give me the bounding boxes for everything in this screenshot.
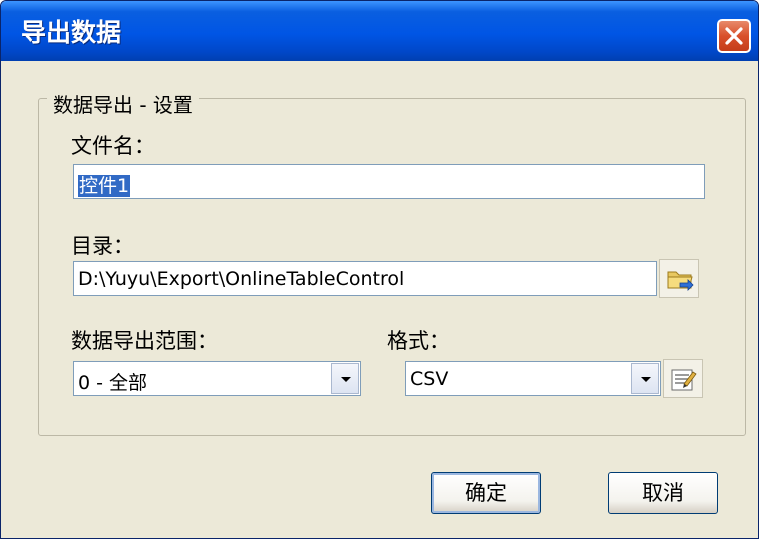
dialog-body: 数据导出 - 设置 文件名： 控件1 目录： D:\Yuyu\Export\On… — [5, 61, 753, 535]
browse-folder-button[interactable] — [659, 259, 699, 298]
export-range-label: 数据导出范围： — [71, 329, 218, 353]
format-settings-icon — [671, 369, 697, 391]
filename-label: 文件名： — [71, 134, 155, 158]
format-dropdown[interactable] — [631, 363, 659, 394]
export-data-dialog: 导出数据 数据导出 - 设置 文件名： 控件1 目录： D:\Yuyu\Expo… — [0, 0, 759, 539]
close-button[interactable] — [717, 19, 751, 53]
chevron-down-icon — [641, 377, 651, 382]
title-bar[interactable]: 导出数据 — [1, 1, 758, 61]
export-range-select[interactable]: 0 - 全部 — [73, 361, 361, 396]
window-title: 导出数据 — [21, 18, 122, 47]
format-settings-button[interactable] — [663, 359, 703, 398]
close-icon — [725, 27, 743, 45]
ok-button[interactable]: 确定 — [431, 472, 541, 514]
groupbox-legend: 数据导出 - 设置 — [47, 89, 199, 118]
format-label: 格式： — [387, 329, 450, 353]
format-value: CSV — [410, 368, 449, 390]
directory-input[interactable]: D:\Yuyu\Export\OnlineTableControl — [73, 261, 657, 296]
export-range-value: 0 - 全部 — [78, 372, 148, 394]
export-range-dropdown[interactable] — [331, 363, 359, 394]
directory-label: 目录： — [71, 234, 134, 258]
filename-input[interactable]: 控件1 — [73, 164, 705, 199]
chevron-down-icon — [341, 377, 351, 382]
folder-browse-icon — [667, 271, 694, 291]
filename-value: 控件1 — [78, 175, 131, 197]
format-select[interactable]: CSV — [405, 361, 661, 396]
cancel-button[interactable]: 取消 — [608, 472, 718, 514]
